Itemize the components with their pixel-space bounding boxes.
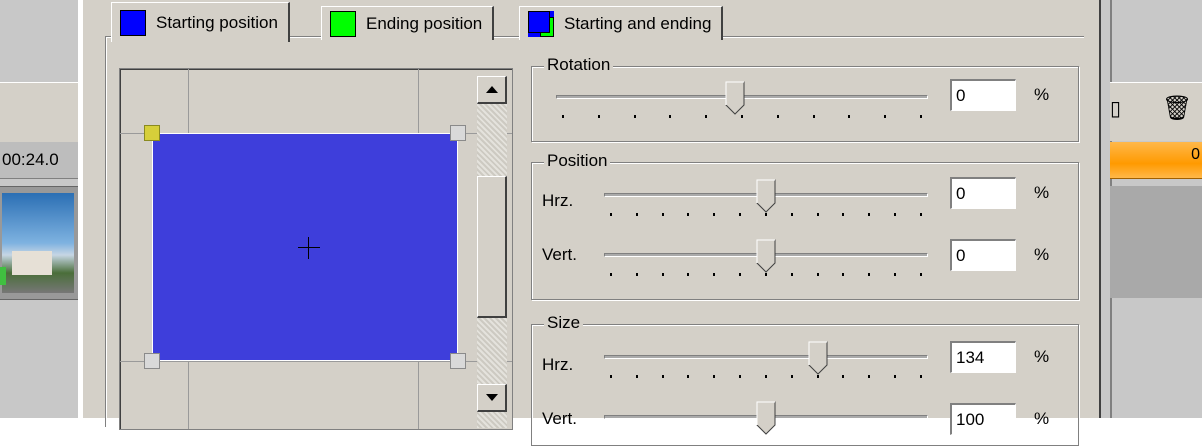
size-group: Size Hrz. % Vert. % [531,313,1079,446]
position-hrz-label: Hrz. [542,191,574,210]
center-crosshair-icon[interactable] [298,237,320,259]
size-hrz-input[interactable] [950,341,1016,373]
background-toolbar [0,82,78,144]
position-vert-input[interactable] [950,239,1016,271]
timeline-clip[interactable] [0,186,78,300]
tab-label: Ending position [366,13,483,33]
slider-ticks [610,375,922,379]
slider-ticks [562,115,922,119]
group-title: Size [544,313,584,333]
ruler-label: 0 [1191,146,1200,163]
tab-starting-position[interactable]: Starting position [111,2,290,42]
rotation-slider[interactable] [556,81,928,125]
preview-vertical-scrollbar[interactable] [477,76,507,428]
rotation-input[interactable] [950,79,1016,111]
group-title: Rotation [544,55,614,75]
slider-thumb[interactable] [756,179,776,213]
timeline-ruler-orange [1110,142,1202,179]
rotation-group: Rotation % [531,55,1079,142]
size-hrz-slider[interactable] [604,341,928,385]
scroll-thumb[interactable] [477,176,507,318]
resize-handle-top-left[interactable] [144,125,160,141]
position-vert-label: Vert. [542,245,577,264]
size-vert-slider[interactable] [604,401,928,445]
position-group: Position Hrz. % Vert. % [531,151,1079,300]
timeline-track [1110,186,1202,298]
resize-handle-bottom-left[interactable] [144,353,160,369]
size-hrz-label: Hrz. [542,355,574,374]
unit-label: % [1034,245,1050,264]
position-hrz-input[interactable] [950,177,1016,209]
resize-handle-bottom-right[interactable] [450,353,466,369]
arrow-down-icon [486,394,498,401]
slider-thumb[interactable] [756,239,776,273]
slider-track [604,355,928,359]
tab-label: Starting position [156,12,278,32]
group-title: Position [544,151,611,171]
tab-label: Starting and ending [564,13,712,33]
slider-ticks [610,213,922,217]
motion-dialog: Starting position Ending position Starti… [82,0,1101,446]
green-swatch-icon [330,10,356,37]
slider-thumb[interactable] [725,81,745,115]
unit-label: % [1034,183,1050,202]
timeline-timecode: 00:24.0 [2,150,59,169]
trash-icon[interactable]: 🗑 [1162,96,1192,122]
slider-thumb[interactable] [808,341,828,375]
partial-toolbar-icon[interactable]: ▯ [1110,96,1122,122]
scroll-up-button[interactable] [477,76,507,104]
tab-ending-position[interactable]: Ending position [321,6,495,40]
unit-label: % [1034,409,1050,428]
scroll-down-button[interactable] [477,384,507,412]
background-editor-left: 00:24.0 [0,0,78,418]
size-vert-input[interactable] [950,403,1016,435]
background-editor-right: 0 [1100,0,1202,418]
arrow-up-icon [486,86,498,93]
size-vert-label: Vert. [542,409,577,428]
resize-handle-top-right[interactable] [450,125,466,141]
clip-thumbnail [2,193,74,293]
blue-green-swatch-icon [528,10,554,37]
clip-marker [0,267,6,285]
unit-label: % [1034,85,1050,104]
position-preview[interactable] [119,68,513,430]
unit-label: % [1034,347,1050,366]
position-vert-slider[interactable] [604,239,928,283]
slider-ticks [610,273,922,277]
slider-thumb[interactable] [756,401,776,435]
position-hrz-slider[interactable] [604,179,928,223]
blue-swatch-icon [120,9,146,36]
tab-starting-and-ending[interactable]: Starting and ending [519,6,724,40]
